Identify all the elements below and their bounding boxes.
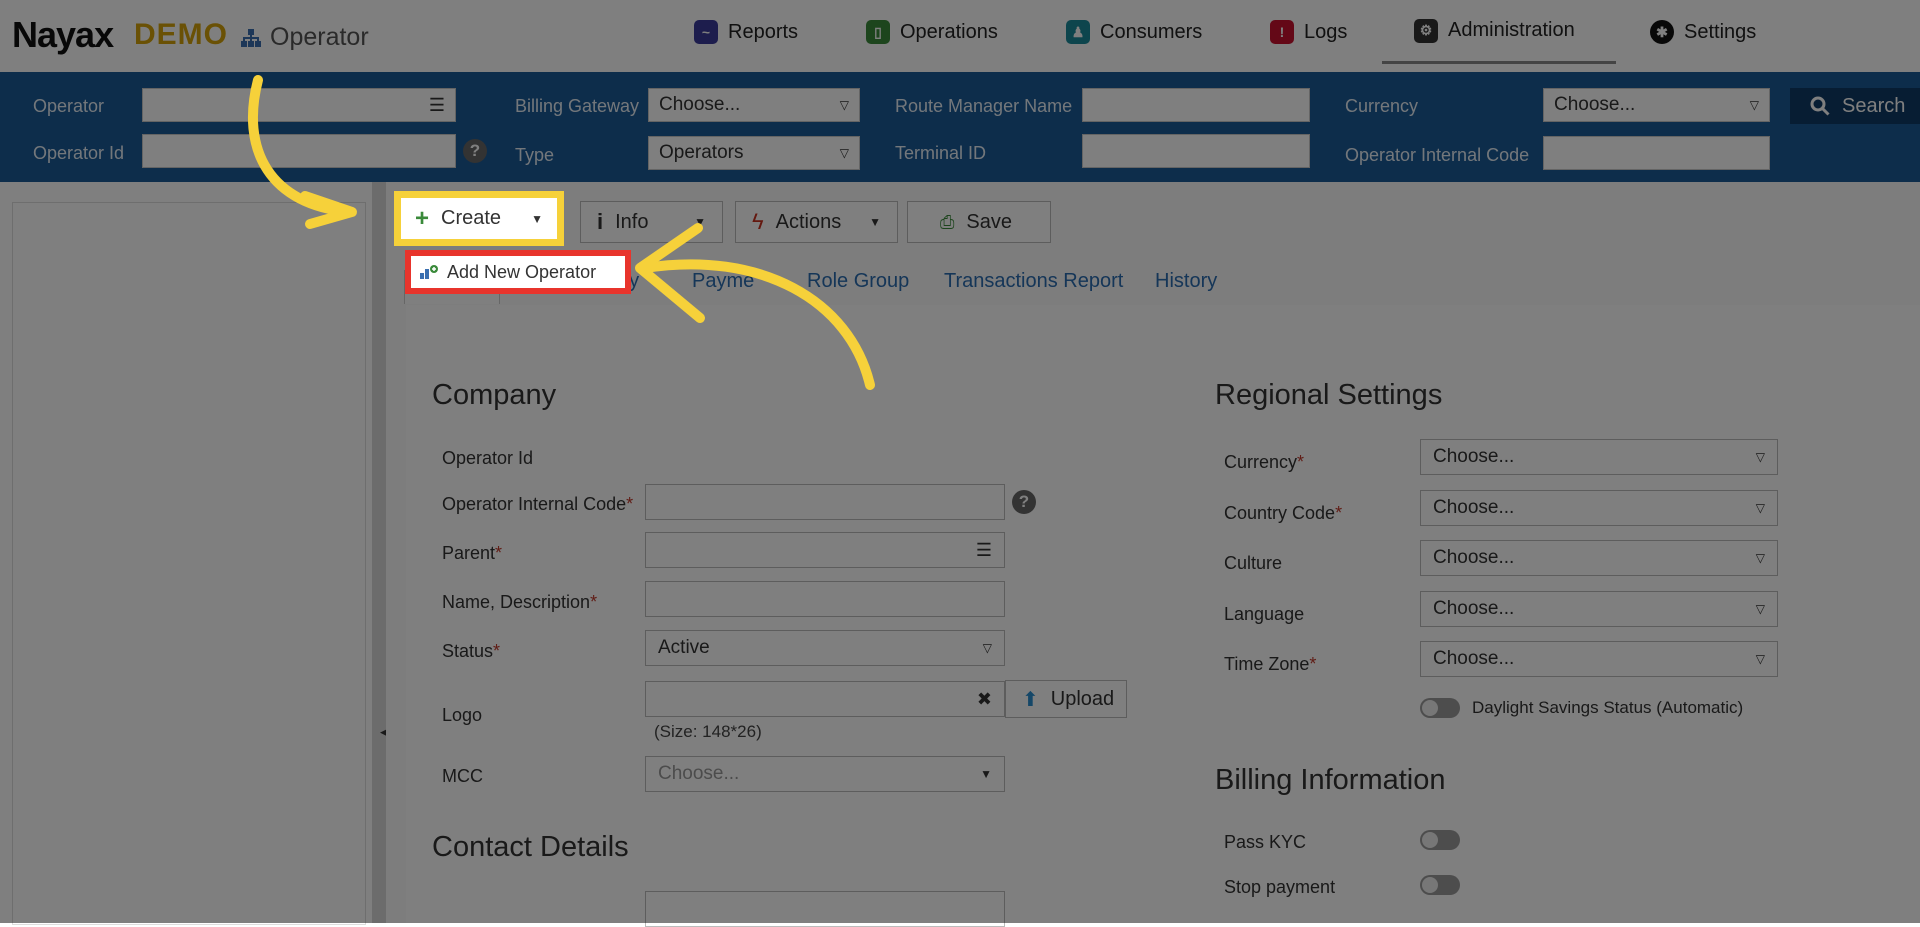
tutorial-arrows — [247, 75, 875, 390]
arrow-to-create-icon — [247, 75, 355, 217]
arrow-to-menu-icon — [640, 259, 875, 390]
arrow-head-menu-icon — [635, 223, 705, 323]
